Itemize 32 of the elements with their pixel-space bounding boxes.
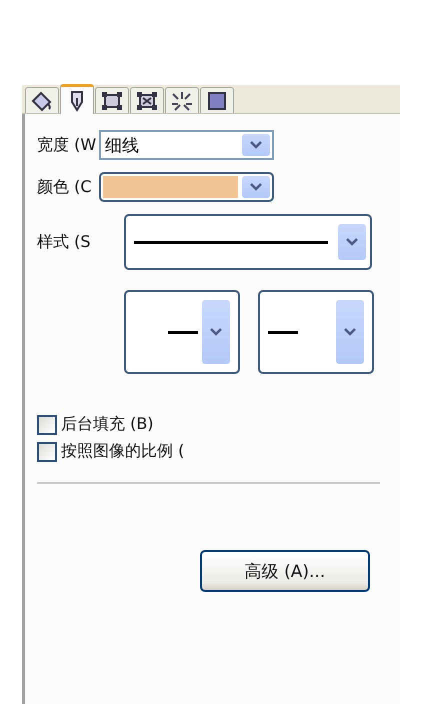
color-dropdown[interactable]	[99, 172, 274, 202]
width-dropdown[interactable]: 细线	[99, 130, 274, 160]
checkbox[interactable]	[37, 442, 57, 462]
line-style-dropdown[interactable]	[124, 214, 372, 270]
field-label: 颜色 (C	[37, 176, 92, 198]
tab[interactable]	[200, 87, 234, 113]
checkbox[interactable]	[37, 414, 57, 434]
tab[interactable]	[165, 87, 199, 113]
paint-bucket-icon	[30, 90, 54, 112]
chevron-icon	[250, 183, 262, 191]
pen-nib-icon	[69, 90, 85, 112]
checkbox-label: 按照图像的比例 (	[61, 441, 184, 462]
line-sample	[168, 330, 198, 334]
frame-icon	[101, 90, 123, 110]
chevron-icon	[210, 328, 222, 336]
tab[interactable]	[25, 87, 59, 113]
line-sample	[268, 330, 298, 334]
sparkle-icon	[170, 90, 194, 112]
square-icon	[207, 90, 227, 110]
frame-cross-icon	[136, 90, 158, 110]
advanced-button[interactable]: 高级 (A)...	[200, 550, 370, 592]
chevron-icon	[346, 238, 358, 246]
chevron-icon	[344, 328, 356, 336]
checkbox-label: 后台填充 (B)	[61, 414, 154, 435]
field-label: 样式 (S	[37, 232, 92, 252]
tab[interactable]	[130, 87, 164, 113]
arrowhead-dropdown[interactable]	[258, 290, 374, 374]
field-label: 宽度 (W	[37, 134, 98, 156]
tab[interactable]	[60, 84, 94, 114]
arrowhead-dropdown[interactable]	[124, 290, 240, 374]
chevron-icon	[250, 141, 262, 149]
tab[interactable]	[95, 87, 129, 113]
